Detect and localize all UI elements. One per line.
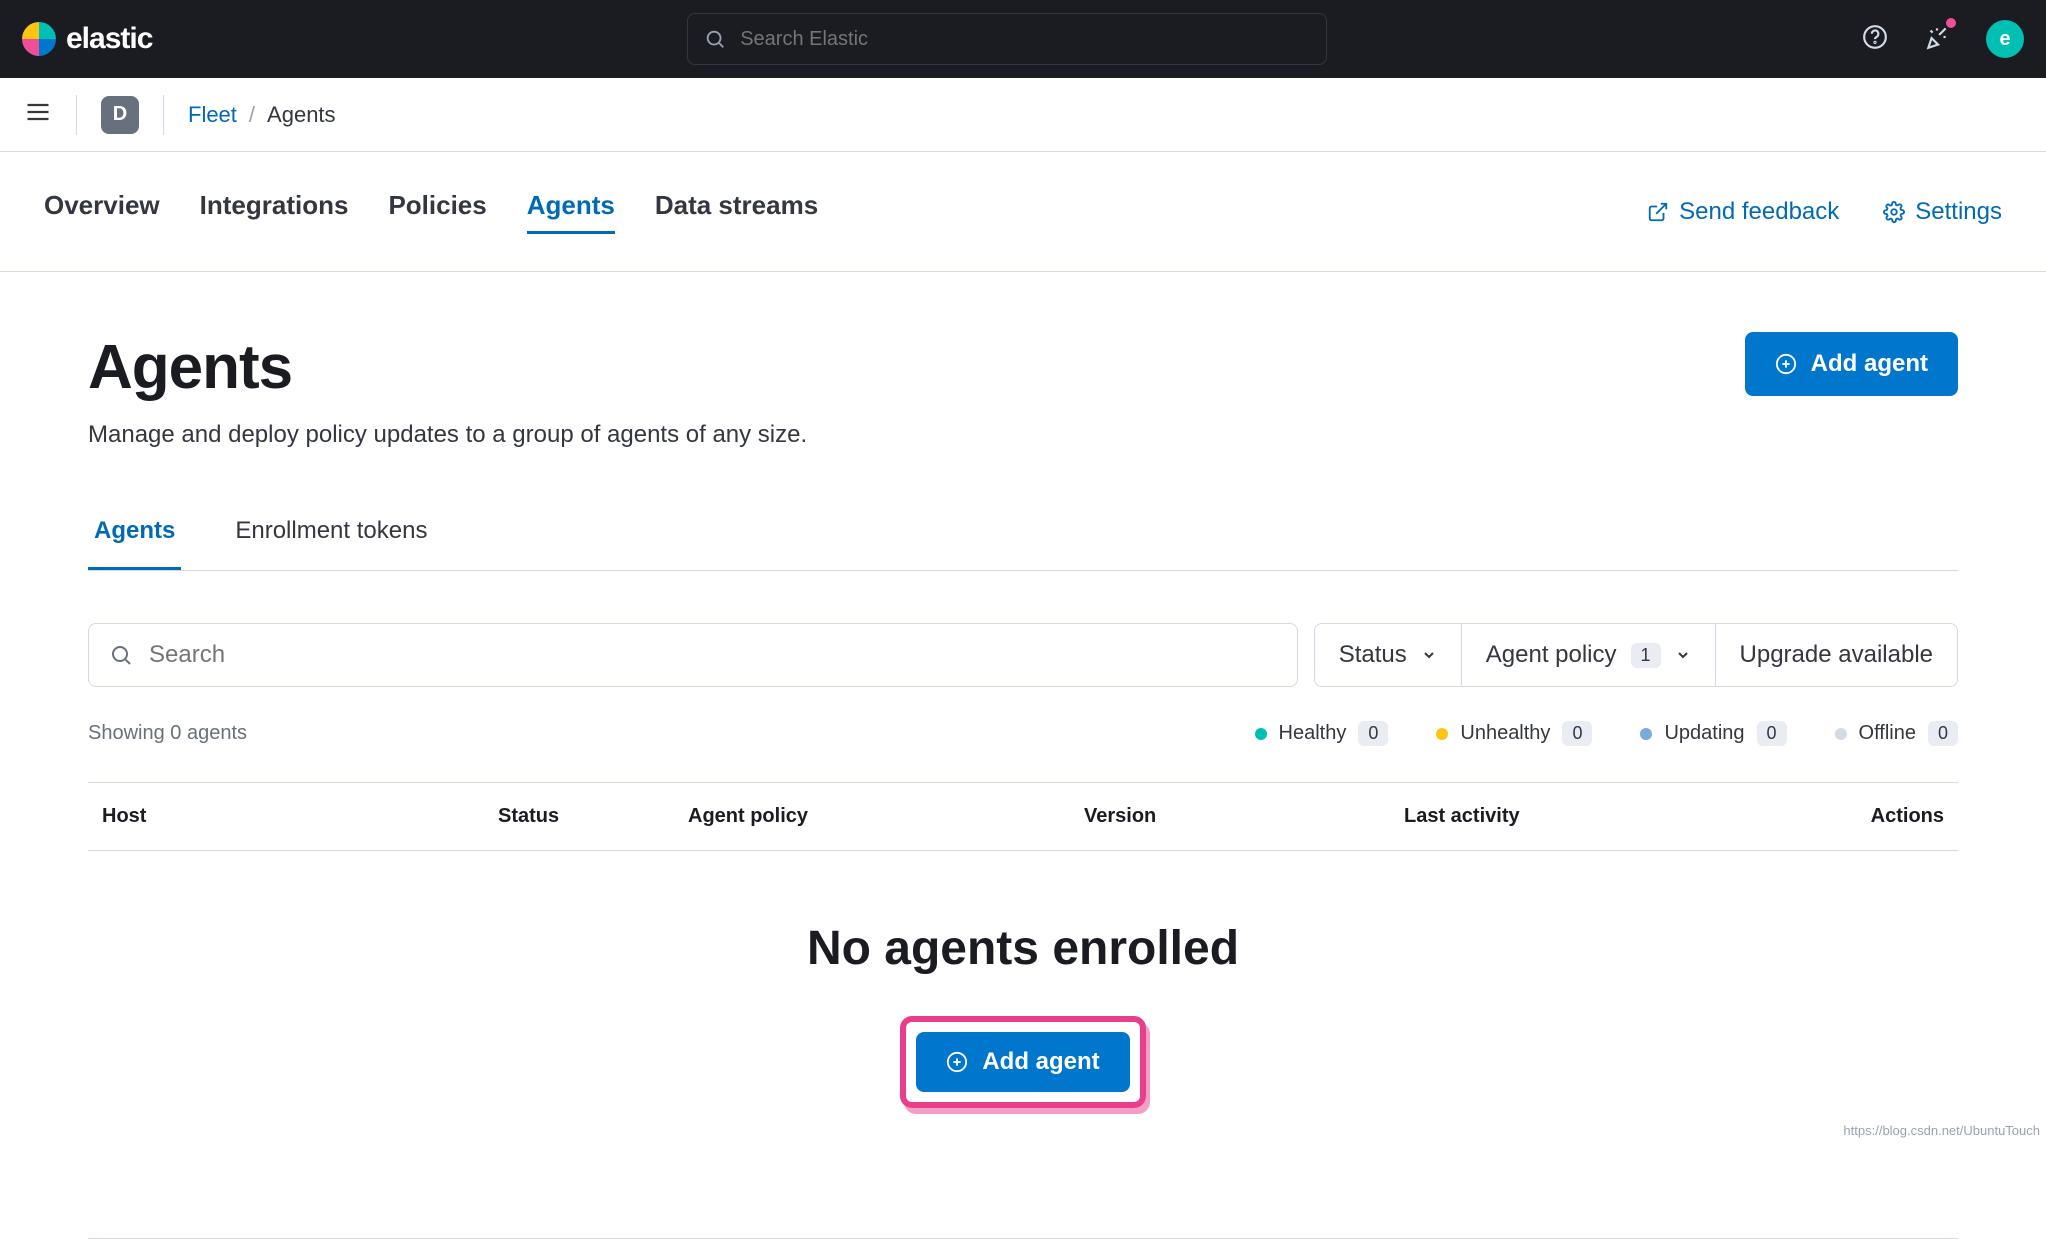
search-icon xyxy=(109,643,133,667)
sub-tabs: Agents Enrollment tokens xyxy=(88,517,1958,571)
col-actions: Actions xyxy=(1764,805,1944,828)
brand[interactable]: elastic xyxy=(22,22,152,56)
add-agent-label: Add agent xyxy=(1811,350,1928,378)
chevron-down-icon xyxy=(1421,647,1437,663)
status-dot-icon xyxy=(1436,728,1448,740)
user-avatar[interactable]: e xyxy=(1986,20,2024,58)
breadcrumb-bar: D Fleet / Agents xyxy=(0,78,2046,152)
breadcrumb-separator: / xyxy=(249,102,255,128)
highlight-annotation: Add agent xyxy=(900,1016,1145,1108)
tab-agents[interactable]: Agents xyxy=(527,190,615,234)
status-chips: Healthy 0 Unhealthy 0 Updating 0 Offline… xyxy=(1255,721,1958,746)
breadcrumb-fleet[interactable]: Fleet xyxy=(188,102,237,128)
page-subtitle: Manage and deploy policy updates to a gr… xyxy=(88,421,807,449)
sub-tab-agents[interactable]: Agents xyxy=(88,517,181,570)
status-dot-icon xyxy=(1255,728,1267,740)
col-version[interactable]: Version xyxy=(1084,805,1404,828)
chip-count: 0 xyxy=(1928,721,1958,746)
page-body: Agents Manage and deploy policy updates … xyxy=(0,272,2046,1239)
filter-upgrade-label: Upgrade available xyxy=(1740,641,1933,669)
filter-status-label: Status xyxy=(1339,641,1407,669)
chip-offline[interactable]: Offline 0 xyxy=(1835,721,1958,746)
send-feedback-link[interactable]: Send feedback xyxy=(1647,198,1839,226)
table-body: No agents enrolled Add agent xyxy=(88,850,1958,1238)
nav-toggle-button[interactable] xyxy=(24,98,52,131)
plus-circle-icon xyxy=(946,1051,968,1073)
tab-overview[interactable]: Overview xyxy=(44,190,160,234)
filter-bar: Status Agent policy 1 Upgrade available xyxy=(88,623,1958,687)
breadcrumb-agents: Agents xyxy=(267,102,336,128)
gear-icon xyxy=(1883,201,1905,223)
empty-add-agent-label: Add agent xyxy=(982,1048,1099,1076)
col-status[interactable]: Status xyxy=(498,805,688,828)
plus-circle-icon xyxy=(1775,353,1797,375)
notification-dot-icon xyxy=(1946,18,1956,28)
empty-add-agent-button[interactable]: Add agent xyxy=(916,1032,1129,1092)
col-last-activity[interactable]: Last activity xyxy=(1404,805,1764,828)
send-feedback-label: Send feedback xyxy=(1679,198,1839,226)
brand-word: elastic xyxy=(66,22,152,56)
tab-integrations[interactable]: Integrations xyxy=(200,190,349,234)
tab-policies[interactable]: Policies xyxy=(388,190,486,234)
topbar-actions: e xyxy=(1862,20,2024,58)
help-icon[interactable] xyxy=(1862,24,1888,55)
chip-count: 0 xyxy=(1358,721,1388,746)
chip-healthy[interactable]: Healthy 0 xyxy=(1255,721,1389,746)
news-icon[interactable] xyxy=(1924,24,1950,55)
agents-search[interactable] xyxy=(88,623,1298,687)
search-icon xyxy=(704,28,726,50)
topbar: elastic e xyxy=(0,0,2046,78)
agents-search-input[interactable] xyxy=(149,641,1277,669)
section-tabs: Overview Integrations Policies Agents Da… xyxy=(0,152,2046,272)
page-title: Agents xyxy=(88,332,807,403)
external-link-icon xyxy=(1647,201,1669,223)
sub-tab-enrollment-tokens[interactable]: Enrollment tokens xyxy=(229,517,433,570)
settings-link[interactable]: Settings xyxy=(1883,198,2002,226)
add-agent-button[interactable]: Add agent xyxy=(1745,332,1958,396)
chip-count: 0 xyxy=(1562,721,1592,746)
chip-label: Offline xyxy=(1859,722,1916,745)
global-search-box[interactable] xyxy=(687,13,1327,65)
tab-data-streams[interactable]: Data streams xyxy=(655,190,818,234)
showing-count: Showing 0 agents xyxy=(88,722,247,745)
chevron-down-icon xyxy=(1675,647,1691,663)
chip-label: Updating xyxy=(1664,722,1744,745)
watermark-url: https://blog.csdn.net/UbuntuTouch xyxy=(1843,1123,2040,1138)
divider xyxy=(76,95,77,135)
chip-label: Healthy xyxy=(1279,722,1347,745)
filter-policy-count-badge: 1 xyxy=(1631,643,1661,668)
global-search-input[interactable] xyxy=(740,28,1310,51)
status-dot-icon xyxy=(1640,728,1652,740)
filter-policy-label: Agent policy xyxy=(1486,641,1617,669)
col-agent-policy[interactable]: Agent policy xyxy=(688,805,1084,828)
chip-label: Unhealthy xyxy=(1460,722,1550,745)
empty-state-title: No agents enrolled xyxy=(807,921,1239,976)
agents-table: Host Status Agent policy Version Last ac… xyxy=(88,782,1958,1239)
filter-group: Status Agent policy 1 Upgrade available xyxy=(1314,623,1958,687)
filter-agent-policy[interactable]: Agent policy 1 xyxy=(1462,624,1716,686)
chip-unhealthy[interactable]: Unhealthy 0 xyxy=(1436,721,1592,746)
global-search xyxy=(687,13,1327,65)
page-header: Agents Manage and deploy policy updates … xyxy=(88,332,1958,449)
divider xyxy=(163,95,164,135)
space-selector[interactable]: D xyxy=(101,96,139,134)
table-header-row: Host Status Agent policy Version Last ac… xyxy=(88,783,1958,850)
filter-status[interactable]: Status xyxy=(1315,624,1462,686)
breadcrumb: Fleet / Agents xyxy=(188,102,336,128)
status-dot-icon xyxy=(1835,728,1847,740)
status-summary-row: Showing 0 agents Healthy 0 Unhealthy 0 U… xyxy=(88,721,1958,746)
settings-label: Settings xyxy=(1915,198,2002,226)
col-host[interactable]: Host xyxy=(102,805,498,828)
chip-updating[interactable]: Updating 0 xyxy=(1640,721,1786,746)
chip-count: 0 xyxy=(1757,721,1787,746)
filter-upgrade-available[interactable]: Upgrade available xyxy=(1716,624,1957,686)
elastic-logo-icon xyxy=(22,22,56,56)
